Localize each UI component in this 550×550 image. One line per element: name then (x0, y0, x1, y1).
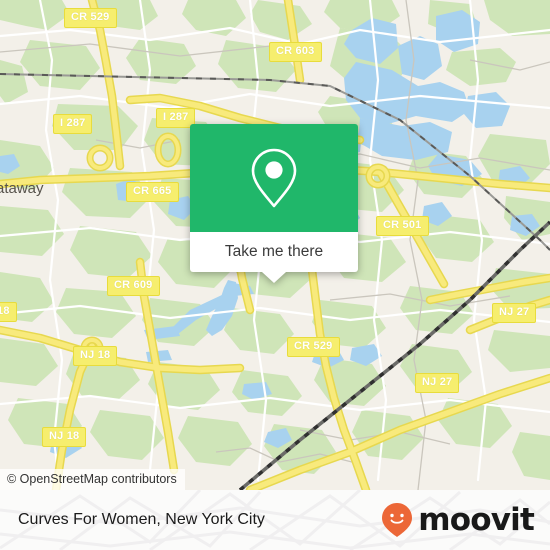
bottom-info-bar: Curves For Women, New York City moovit (0, 490, 550, 550)
shield-cr-529-top[interactable]: CR 529 (64, 8, 117, 28)
moovit-wordmark: moovit (418, 501, 535, 538)
moovit-map-screenshot: ataway CR 529 CR 603 I 287 I 287 CR 665 … (0, 0, 550, 550)
shield-cr-501[interactable]: CR 501 (376, 216, 429, 236)
location-title: Curves For Women, New York City (18, 511, 265, 528)
shield-nj-27-bottom[interactable]: NJ 27 (415, 373, 460, 393)
take-me-there-label: Take me there (224, 243, 324, 260)
moovit-logo[interactable]: moovit (381, 501, 535, 538)
place-label-piscataway: ataway (0, 180, 44, 197)
map-pin-icon (251, 148, 297, 208)
shield-i-287-left[interactable]: I 287 (53, 114, 93, 134)
map-canvas[interactable]: ataway CR 529 CR 603 I 287 I 287 CR 665 … (0, 0, 550, 490)
moovit-pin-icon (382, 503, 413, 537)
shield-nj-18-bottom[interactable]: NJ 18 (42, 427, 87, 447)
shield-nj-27-right[interactable]: NJ 27 (492, 303, 537, 323)
shield-nj-18-mid[interactable]: NJ 18 (73, 346, 118, 366)
take-me-there-popup[interactable]: Take me there (190, 124, 358, 283)
shield-cr-609[interactable]: CR 609 (107, 276, 160, 296)
shield-cr-529-bottom[interactable]: CR 529 (287, 337, 340, 357)
popup-pointer-tail (262, 272, 286, 283)
osm-attribution[interactable]: © OpenStreetMap contributors (0, 469, 185, 490)
popup-action-area[interactable]: Take me there (190, 232, 358, 283)
shield-cr-665[interactable]: CR 665 (126, 182, 179, 202)
popup-icon-area (190, 124, 358, 232)
shield-cr-603[interactable]: CR 603 (269, 42, 322, 62)
shield-nj-18-edge[interactable]: 18 (0, 302, 17, 322)
